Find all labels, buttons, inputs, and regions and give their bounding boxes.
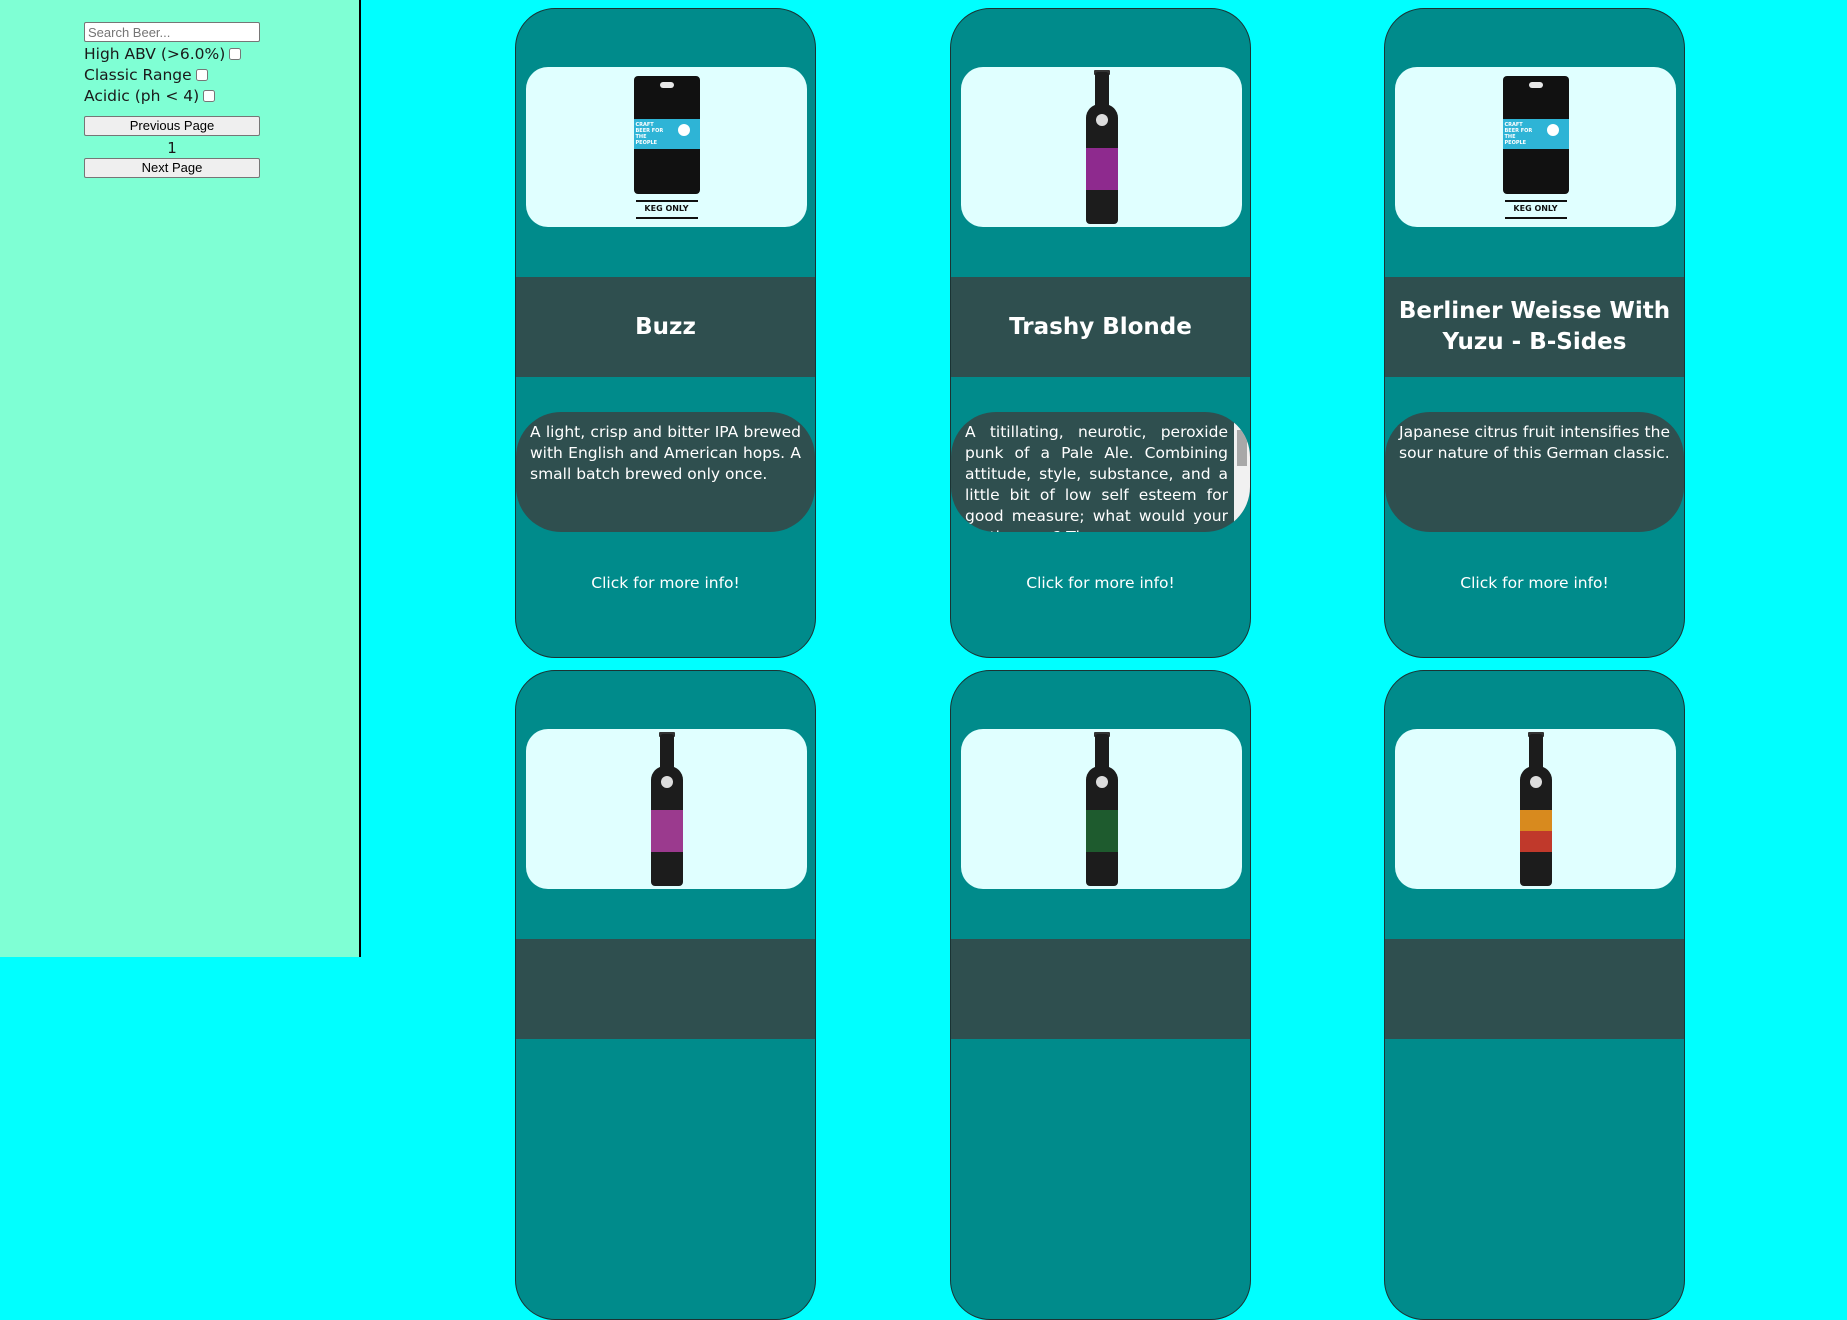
beer-description: A light, crisp and bitter IPA brewed wit…: [516, 412, 815, 532]
keg-only-icon: CRAFT BEER FOR THE PEOPLE KEG ONLY: [632, 72, 702, 222]
keg-only-caption: KEG ONLY: [1513, 204, 1558, 213]
beer-card[interactable]: [1384, 670, 1685, 1320]
scroll-thumb[interactable]: [1237, 430, 1247, 466]
beer-title-band: [951, 939, 1250, 1039]
keg-only-icon: CRAFT BEER FOR THE PEOPLE KEG ONLY: [1501, 72, 1571, 222]
beer-description[interactable]: A titillating, neurotic, peroxide punk o…: [951, 412, 1250, 532]
beer-card-berliner-weisse[interactable]: CRAFT BEER FOR THE PEOPLE KEG ONLY Berli…: [1384, 8, 1685, 658]
more-info-link[interactable]: Click for more info!: [516, 574, 815, 592]
beer-card-trashy-blonde[interactable]: Trashy Blonde A titillating, neurotic, p…: [950, 8, 1251, 658]
beer-image-box: [961, 729, 1242, 889]
beer-title-band: [1385, 939, 1684, 1039]
beer-description: Japanese citrus fruit intensifies the so…: [1385, 412, 1684, 532]
page-number: 1: [167, 139, 177, 157]
beer-description-text: A titillating, neurotic, peroxide punk o…: [965, 423, 1228, 532]
beer-image-box: [526, 729, 807, 889]
keg-label-text: CRAFT BEER FOR THE PEOPLE: [1504, 122, 1533, 146]
keg-label-text: CRAFT BEER FOR THE PEOPLE: [635, 122, 664, 146]
beer-image-box: CRAFT BEER FOR THE PEOPLE KEG ONLY: [526, 67, 807, 227]
bottle-icon: [1082, 69, 1122, 225]
description-scrollbar[interactable]: [1234, 412, 1250, 532]
beer-title-band: Trashy Blonde: [951, 277, 1250, 377]
filter-classic-range: Classic Range: [84, 66, 208, 84]
filter-high-abv: High ABV (>6.0%): [84, 45, 242, 63]
more-info-link[interactable]: Click for more info!: [951, 574, 1250, 592]
beer-title-band: Berliner Weisse With Yuzu - B-Sides: [1385, 277, 1684, 377]
filter-acidic-checkbox[interactable]: [203, 90, 216, 102]
beer-image-box: [961, 67, 1242, 227]
bottle-icon: [1516, 731, 1556, 887]
beer-name: Buzz: [635, 313, 696, 340]
more-info-link[interactable]: Click for more info!: [1385, 574, 1684, 592]
next-page-button[interactable]: Next Page: [84, 158, 260, 178]
beer-card[interactable]: [515, 670, 816, 1320]
beer-title-band: [516, 939, 815, 1039]
filter-high-abv-checkbox[interactable]: [229, 48, 242, 60]
filter-high-abv-label: High ABV (>6.0%): [84, 45, 226, 63]
filter-acidic: Acidic (ph < 4): [84, 87, 216, 105]
scroll-up-arrow-icon[interactable]: [1238, 417, 1246, 422]
beer-image-box: [1395, 729, 1676, 889]
search-input[interactable]: [84, 22, 260, 42]
bottle-icon: [1082, 731, 1122, 887]
beer-name: Trashy Blonde: [1009, 313, 1192, 340]
beer-card-buzz[interactable]: CRAFT BEER FOR THE PEOPLE KEG ONLY Buzz …: [515, 8, 816, 658]
bottle-icon: [647, 731, 687, 887]
beer-card[interactable]: [950, 670, 1251, 1320]
filter-acidic-label: Acidic (ph < 4): [84, 87, 200, 105]
scroll-down-arrow-icon[interactable]: [1238, 522, 1246, 527]
beer-image-box: CRAFT BEER FOR THE PEOPLE KEG ONLY: [1395, 67, 1676, 227]
beer-name: Berliner Weisse With Yuzu - B-Sides: [1398, 298, 1671, 355]
beer-title-band: Buzz: [516, 277, 815, 377]
filter-classic-range-checkbox[interactable]: [195, 69, 208, 81]
filter-classic-range-label: Classic Range: [84, 66, 192, 84]
keg-only-caption: KEG ONLY: [644, 204, 689, 213]
previous-page-button[interactable]: Previous Page: [84, 116, 260, 136]
sidebar: High ABV (>6.0%) Classic Range Acidic (p…: [0, 0, 361, 957]
